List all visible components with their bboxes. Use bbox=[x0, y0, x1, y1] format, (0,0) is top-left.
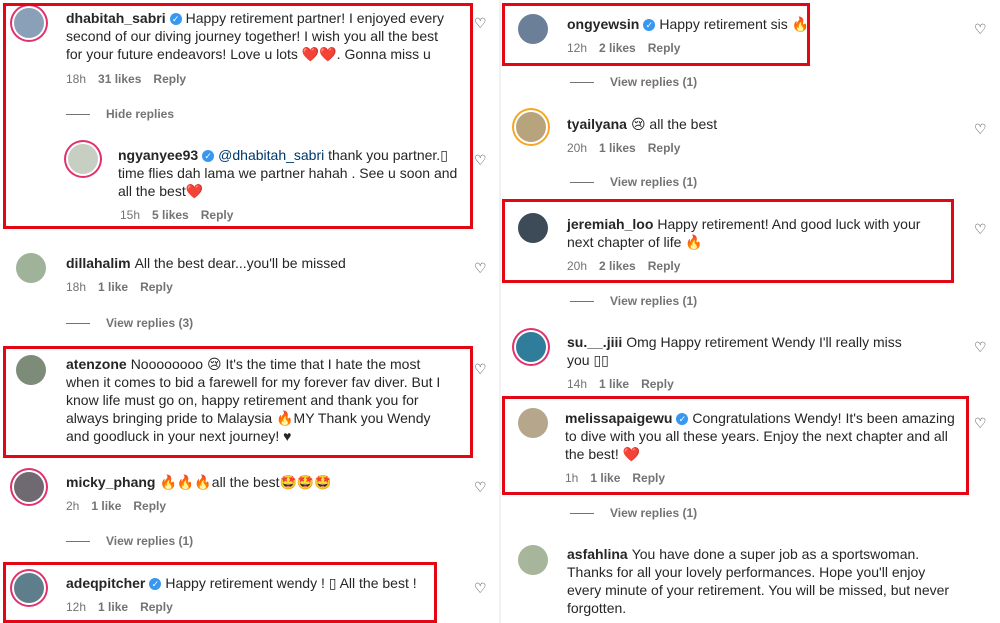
avatar[interactable] bbox=[14, 472, 44, 502]
heart-icon[interactable]: ♡ bbox=[474, 581, 488, 595]
reply-button[interactable]: Reply bbox=[641, 377, 674, 391]
highlight-box bbox=[502, 199, 954, 283]
comment-meta: 18h 1 like Reply bbox=[66, 280, 185, 294]
likes-count[interactable]: 1 like bbox=[91, 499, 121, 513]
username[interactable]: tyailyana bbox=[567, 116, 627, 132]
avatar[interactable] bbox=[518, 545, 548, 575]
likes-count[interactable]: 1 like bbox=[98, 280, 128, 294]
view-replies-label: View replies (3) bbox=[106, 316, 194, 330]
view-replies-button[interactable]: View replies (3) bbox=[66, 316, 193, 330]
reply-button[interactable]: Reply bbox=[648, 141, 681, 155]
comment-text: All the best dear...you'll be missed bbox=[134, 255, 346, 271]
reply-button[interactable]: Reply bbox=[140, 280, 173, 294]
view-replies-button[interactable]: View replies (1) bbox=[66, 534, 193, 548]
username[interactable]: asfahlina bbox=[567, 546, 628, 562]
comment-body: tyailyana 😢 all the best bbox=[567, 115, 927, 133]
highlight-box bbox=[3, 3, 473, 229]
highlight-box bbox=[502, 396, 969, 495]
avatar[interactable] bbox=[16, 253, 46, 283]
heart-icon[interactable]: ♡ bbox=[974, 416, 988, 430]
view-replies-button[interactable]: View replies (1) bbox=[570, 175, 697, 189]
heart-icon[interactable]: ♡ bbox=[474, 362, 488, 376]
reply-button[interactable]: Reply bbox=[133, 499, 166, 513]
timestamp: 20h bbox=[567, 141, 588, 155]
view-replies-label: View replies (1) bbox=[106, 534, 194, 548]
username[interactable]: su.__.jiii bbox=[567, 334, 622, 350]
heart-icon[interactable]: ♡ bbox=[974, 222, 988, 236]
view-replies-button[interactable]: View replies (1) bbox=[570, 294, 697, 308]
comment-meta: 20h 1 likes Reply bbox=[567, 141, 692, 155]
view-replies-button[interactable]: View replies (1) bbox=[570, 75, 697, 89]
username[interactable]: dillahalim bbox=[66, 255, 131, 271]
heart-icon[interactable]: ♡ bbox=[474, 480, 488, 494]
column-divider bbox=[499, 0, 501, 623]
heart-icon[interactable]: ♡ bbox=[474, 16, 488, 30]
highlight-box bbox=[3, 346, 473, 458]
avatar[interactable] bbox=[516, 112, 546, 142]
view-replies-label: View replies (1) bbox=[610, 506, 698, 520]
heart-icon[interactable]: ♡ bbox=[474, 153, 488, 167]
view-replies-label: View replies (1) bbox=[610, 294, 698, 308]
left-comment-column: dhabitah_sabri ✓ Happy retirement partner!… bbox=[0, 0, 498, 623]
likes-count[interactable]: 1 likes bbox=[599, 141, 636, 155]
likes-count[interactable]: 1 like bbox=[599, 377, 629, 391]
highlight-box bbox=[502, 3, 810, 66]
view-replies-label: View replies (1) bbox=[610, 75, 698, 89]
right-comment-column: ongyewsin ✓ Happy retirement sis 🔥 12h 2 li… bbox=[502, 0, 1000, 623]
comment-text: 🔥🔥🔥all the best🤩🤩🤩 bbox=[159, 474, 332, 490]
username[interactable]: micky_phang bbox=[66, 474, 155, 490]
view-replies-label: View replies (1) bbox=[610, 175, 698, 189]
comment-meta: 2h 1 like Reply bbox=[66, 499, 178, 513]
comment-body: micky_phang 🔥🔥🔥all the best🤩🤩🤩 bbox=[66, 473, 456, 491]
heart-icon[interactable]: ♡ bbox=[974, 22, 988, 36]
comment-meta: 14h 1 like Reply bbox=[567, 377, 686, 391]
timestamp: 14h bbox=[567, 377, 588, 391]
heart-icon[interactable]: ♡ bbox=[974, 340, 988, 354]
comment-text: 😢 all the best bbox=[630, 116, 718, 132]
timestamp: 2h bbox=[66, 499, 80, 513]
comment-body: su.__.jiii Omg Happy retirement Wendy I'l… bbox=[567, 333, 907, 369]
comment-body: asfahlina You have done a super job as a … bbox=[567, 545, 962, 617]
heart-icon[interactable]: ♡ bbox=[974, 122, 988, 136]
heart-icon[interactable]: ♡ bbox=[474, 261, 488, 275]
comment-body: dillahalim All the best dear...you'll be … bbox=[66, 254, 456, 272]
highlight-box bbox=[3, 562, 437, 623]
timestamp: 18h bbox=[66, 280, 87, 294]
view-replies-button[interactable]: View replies (1) bbox=[570, 506, 697, 520]
avatar[interactable] bbox=[516, 332, 546, 362]
